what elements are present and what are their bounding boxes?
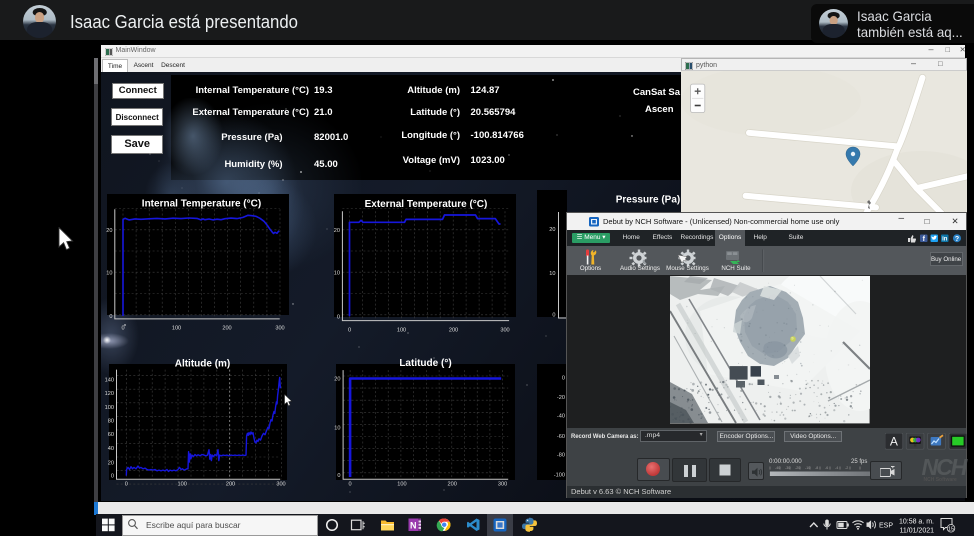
svg-text:-10: -10: [805, 466, 810, 470]
svg-text:Pressure (Pa): Pressure (Pa): [615, 195, 679, 206]
svg-text:60: 60: [107, 432, 113, 438]
svg-text:0: 0: [121, 326, 124, 332]
svg-text:0: 0: [337, 473, 340, 479]
svg-text:Latitude (°): Latitude (°): [399, 358, 451, 369]
svg-text:-20: -20: [556, 395, 564, 401]
svg-text:120: 120: [104, 391, 113, 397]
svg-text:15: 15: [948, 526, 954, 532]
svg-text:20: 20: [334, 377, 340, 383]
svg-text:100: 100: [104, 405, 113, 411]
svg-text:140: 140: [104, 377, 113, 383]
svg-text:-8: -8: [815, 466, 818, 470]
svg-text:0: 0: [110, 474, 113, 480]
svg-text:25 fps: 25 fps: [851, 459, 867, 465]
svg-text:10: 10: [333, 270, 339, 276]
svg-text:40: 40: [107, 446, 113, 452]
svg-text:ESP: ESP: [879, 523, 893, 530]
svg-text:80: 80: [107, 419, 113, 425]
svg-text:0: 0: [561, 376, 564, 382]
svg-text:N: N: [410, 520, 417, 530]
svg-text:-30: -30: [785, 466, 790, 470]
svg-text:A: A: [889, 434, 897, 448]
svg-text:300: 300: [276, 482, 285, 488]
svg-text:Internal Temperature (°C): Internal Temperature (°C): [141, 199, 260, 210]
svg-text:-6: -6: [825, 466, 828, 470]
svg-text:200: 200: [447, 482, 456, 488]
svg-text:-20: -20: [795, 466, 800, 470]
svg-text:10: 10: [549, 271, 555, 277]
svg-text:20: 20: [333, 228, 339, 234]
svg-text:0: 0: [347, 328, 350, 334]
svg-text:0: 0: [552, 312, 555, 318]
svg-text:?: ?: [954, 236, 958, 243]
svg-text:-4: -4: [835, 466, 838, 470]
svg-text:300: 300: [275, 326, 284, 332]
svg-text:0: 0: [348, 482, 351, 488]
svg-text:Altitude (m): Altitude (m): [174, 359, 230, 370]
svg-text:100: 100: [396, 328, 405, 334]
svg-text:-60: -60: [556, 434, 564, 440]
svg-text:300: 300: [500, 328, 509, 334]
svg-text:100: 100: [177, 482, 186, 488]
svg-text:10: 10: [106, 270, 112, 276]
svg-text:100: 100: [171, 326, 180, 332]
svg-text:0: 0: [336, 314, 339, 320]
svg-text:10:58 a. m.: 10:58 a. m.: [899, 519, 934, 526]
svg-text:0: 0: [109, 314, 112, 320]
svg-text:-40: -40: [775, 466, 780, 470]
svg-text:0:00:00.000: 0:00:00.000: [769, 458, 802, 465]
svg-text:External Temperature (°C): External Temperature (°C): [364, 199, 487, 210]
svg-text:-100: -100: [553, 472, 564, 478]
svg-text:in: in: [942, 236, 948, 242]
svg-text:0: 0: [124, 482, 127, 488]
svg-text:200: 200: [222, 326, 231, 332]
svg-text:11/01/2021: 11/01/2021: [899, 528, 934, 535]
svg-text:200: 200: [225, 482, 234, 488]
svg-text:20: 20: [107, 460, 113, 466]
svg-text:100: 100: [397, 482, 406, 488]
svg-text:20: 20: [106, 228, 112, 234]
svg-text:20: 20: [549, 227, 555, 233]
svg-text:10: 10: [334, 426, 340, 432]
svg-text:-80: -80: [556, 453, 564, 459]
svg-text:-40: -40: [556, 413, 564, 419]
svg-text:-2: -2: [845, 466, 848, 470]
svg-text:300: 300: [497, 482, 506, 488]
svg-text:200: 200: [448, 328, 457, 334]
